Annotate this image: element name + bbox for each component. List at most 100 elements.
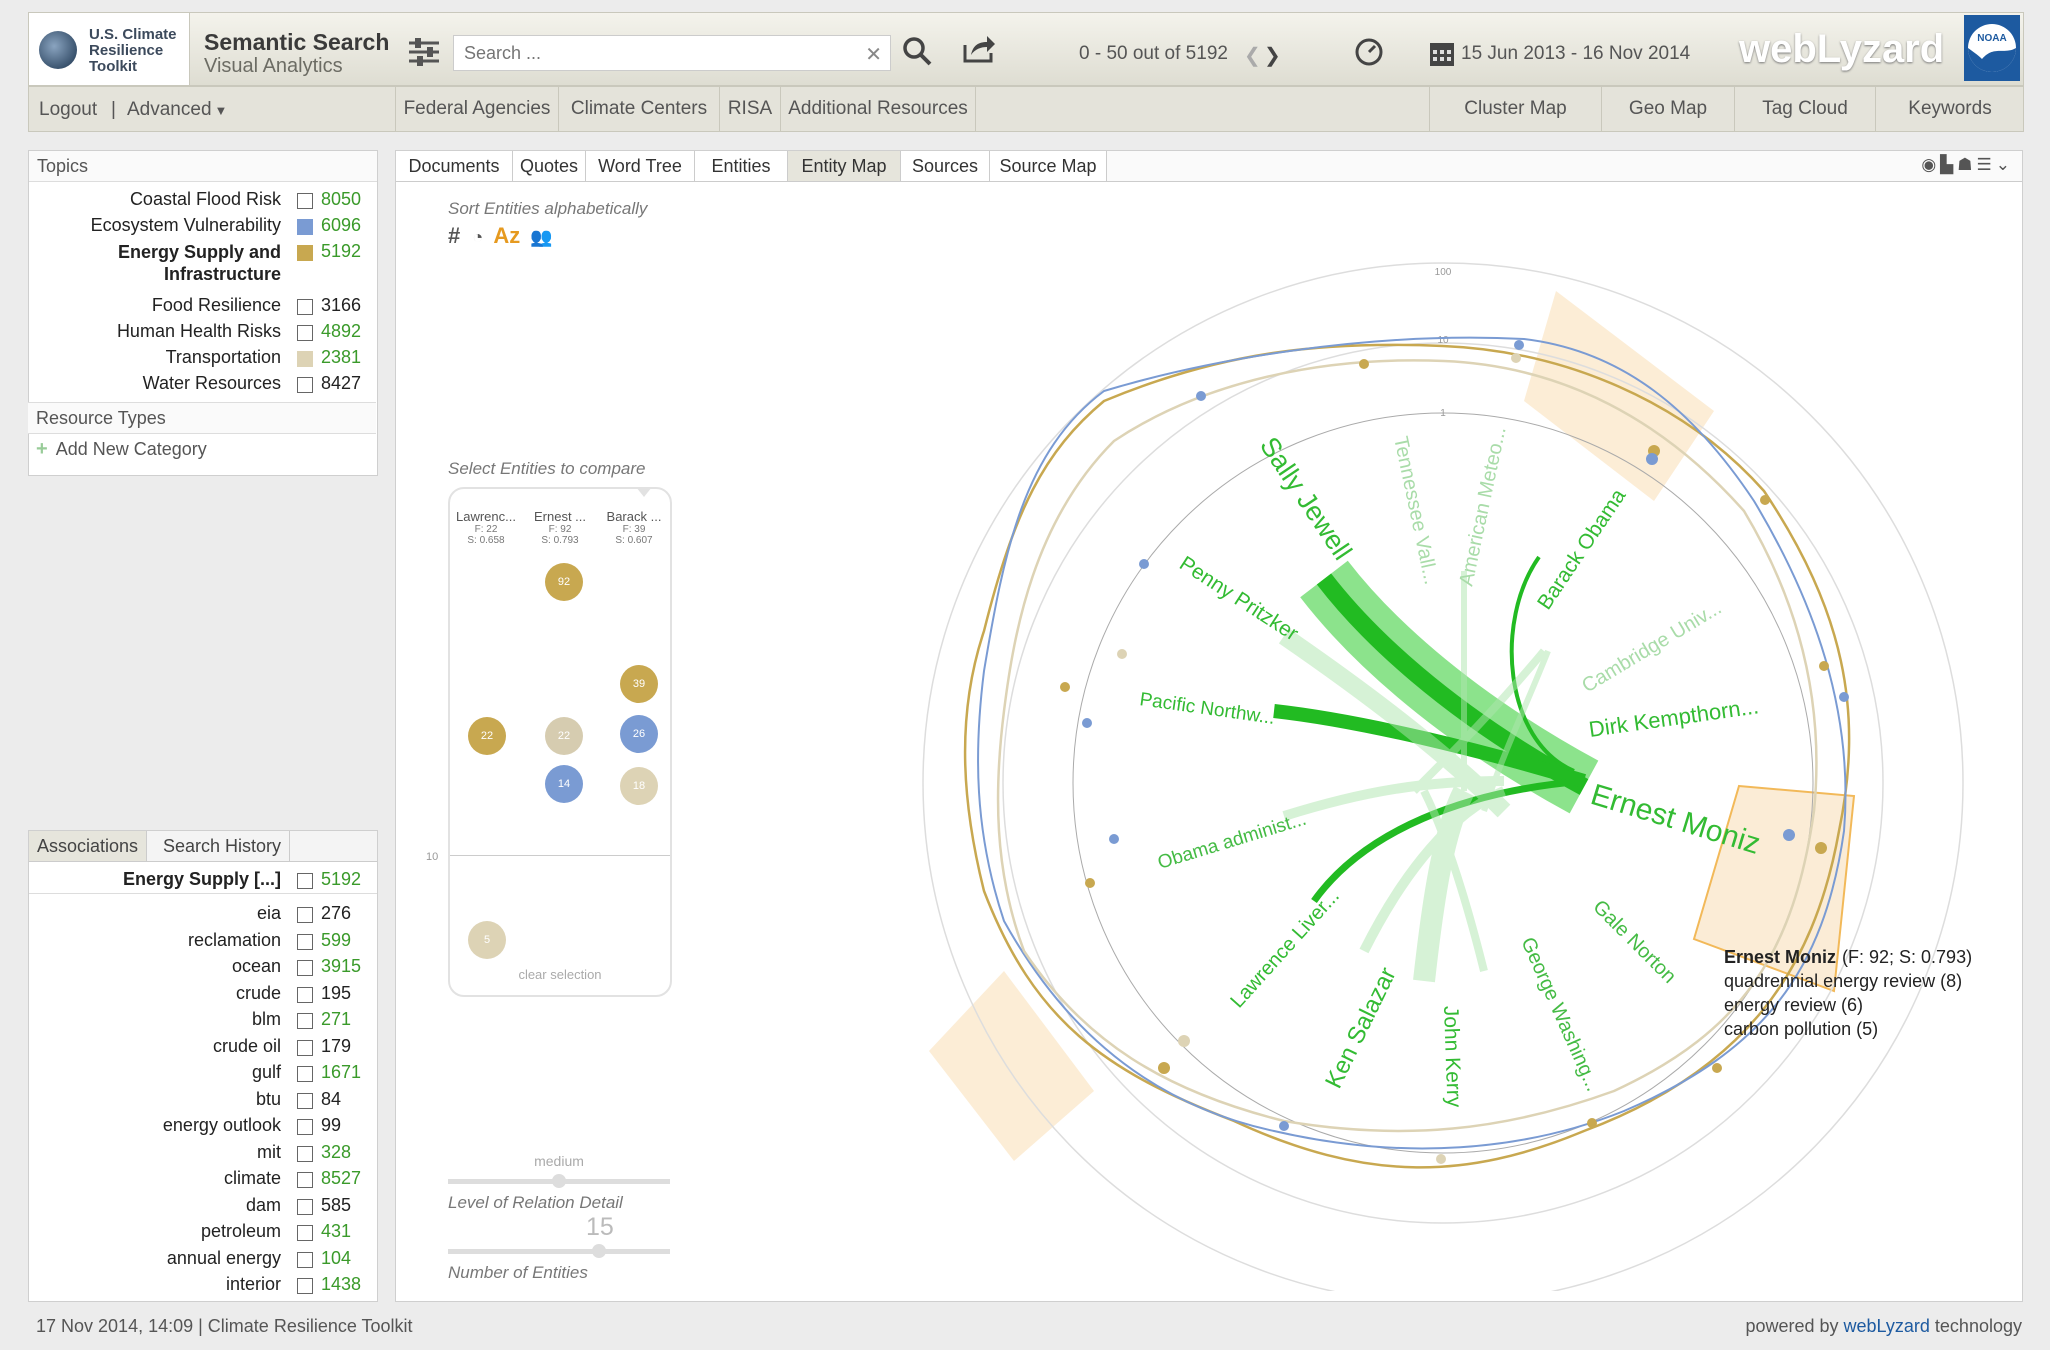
chevron-down-icon[interactable]: ⌄ [1996,155,2014,174]
powered-brand-link[interactable]: webLyzard [1844,1316,1930,1336]
association-checkbox[interactable] [297,1013,313,1029]
sort-frequency-icon[interactable]: # [448,223,460,248]
nav-geo-map[interactable]: Geo Map [1601,87,1734,131]
nav-risa[interactable]: RISA [719,87,780,131]
entity-label[interactable]: Obama administ... [1155,809,1309,874]
topic-checkbox[interactable] [297,377,313,393]
climate-toolkit-logo[interactable]: U.S. Climate Resilience Toolkit [29,13,190,85]
search-input[interactable] [462,42,856,65]
sort-alpha-icon[interactable]: Az [493,223,520,248]
list-view-icon[interactable]: ☰ [1977,155,1996,174]
entity-label[interactable]: Pacific Northw... [1138,689,1276,729]
nav-federal-agencies[interactable]: Federal Agencies [395,87,558,131]
entity-label[interactable]: Penny Pritzker [1175,552,1302,646]
search-box[interactable]: ✕ [453,35,891,71]
entity-label[interactable]: John Kerry [1439,1005,1466,1108]
association-checkbox[interactable] [297,1172,313,1188]
tab-quotes[interactable]: Quotes [513,151,586,181]
entity-count-slider[interactable] [448,1244,670,1258]
association-checkbox[interactable] [297,1225,313,1241]
association-checkbox[interactable] [297,986,313,1003]
slider-handle[interactable] [592,1244,606,1258]
association-checkbox[interactable] [297,1198,313,1215]
tab-sources[interactable]: Sources [901,151,990,181]
advanced-menu[interactable]: Advanced ▼ [127,99,227,121]
association-label: mit [257,1141,281,1162]
bubble-ernest-freq[interactable]: 92 [545,563,583,601]
entity-label[interactable]: Tennessee Vall... [1389,434,1442,586]
relation-detail-slider[interactable] [448,1174,670,1188]
tab-entities[interactable]: Entities [695,151,788,181]
slider-handle[interactable] [552,1174,566,1188]
entity-label[interactable]: George Washing... [1516,934,1604,1095]
share-icon[interactable] [961,33,997,65]
association-checkbox[interactable] [297,1092,313,1109]
resource-types-heading[interactable]: Resource Types [28,402,376,434]
nav-keywords[interactable]: Keywords [1875,87,2024,131]
entity-label[interactable]: American Meteo... [1455,425,1510,588]
bubble-lawrence-freq[interactable]: 22 [468,717,506,755]
tab-search-history[interactable]: Search History [155,831,291,861]
bubble-ernest-other[interactable]: 22 [545,717,583,755]
topic-checkbox[interactable] [297,325,313,341]
association-checkbox[interactable] [297,1251,313,1268]
calendar-icon[interactable] [1429,39,1455,67]
association-checkbox[interactable] [297,873,313,889]
bubble-barack-eco[interactable]: 26 [620,715,658,753]
association-checkbox[interactable] [297,1039,313,1056]
sort-people-icon[interactable]: 👥 [530,227,552,247]
entity-label[interactable]: Barack Obama [1533,485,1631,614]
topic-checkbox[interactable] [297,245,313,261]
relation-detail-label: Level of Relation Detail [448,1193,623,1212]
logout-link[interactable]: Logout [39,99,97,121]
entity-label[interactable]: Cambridge Univ... [1578,597,1725,698]
compare-column[interactable]: Barack ... F: 39 S: 0.607 [598,509,670,546]
clear-search-icon[interactable]: ✕ [865,42,882,67]
globe-view-icon[interactable]: ◉ [1921,155,1940,174]
entity-label[interactable]: Gale Norton [1588,896,1680,988]
topic-checkbox[interactable] [297,219,313,235]
association-checkbox[interactable] [297,1066,313,1082]
topic-checkbox[interactable] [297,193,313,209]
filter-sliders-icon[interactable] [407,37,441,67]
clear-selection-link[interactable]: clear selection [450,967,670,982]
next-page-icon[interactable]: ❯ [1264,43,1281,68]
nav-tag-cloud[interactable]: Tag Cloud [1734,87,1875,131]
tab-word-tree[interactable]: Word Tree [586,151,695,181]
person-view-icon[interactable]: ☗ [1957,155,1976,174]
topic-checkbox[interactable] [297,351,313,367]
bubble-barack-trans[interactable]: 18 [620,767,658,805]
tab-entity-map[interactable]: Entity Map [788,151,901,181]
association-checkbox[interactable] [297,1145,313,1162]
tab-source-map[interactable]: Source Map [990,151,1107,181]
previous-page-icon[interactable]: ❮ [1244,43,1261,68]
association-checkbox[interactable] [297,960,313,976]
search-icon[interactable] [901,35,933,67]
nav-additional-resources[interactable]: Additional Resources [780,87,976,131]
entity-label[interactable]: Sally Jewell [1254,432,1358,566]
entity-map[interactable]: 100 10 1 Tennessee Vall... American Mete… [804,191,2014,1291]
compare-box[interactable]: Lawrenc... F: 22 S: 0.658 Ernest ... F: 92 S… [448,487,672,997]
topic-checkbox[interactable] [297,299,313,315]
association-checkbox[interactable] [297,907,313,923]
clock-icon[interactable] [1354,37,1384,67]
tab-documents[interactable]: Documents [396,151,513,181]
compare-column[interactable]: Ernest ... F: 92 S: 0.793 [524,509,596,546]
sort-sentiment-icon[interactable]: ◔ [472,227,483,247]
association-checkbox[interactable] [297,1119,313,1135]
bubble-barack-freq[interactable]: 39 [620,665,658,703]
association-checkbox[interactable] [297,933,313,950]
tab-associations[interactable]: Associations [29,831,148,861]
nav-cluster-map[interactable]: Cluster Map [1429,87,1601,131]
entity-label[interactable]: Lawrence Liver... [1226,885,1344,1012]
compare-column[interactable]: Lawrenc... F: 22 S: 0.658 [450,509,522,546]
chart-view-icon[interactable]: ▙ [1940,155,1957,174]
add-category-button[interactable]: + Add New Category [36,438,207,461]
entity-label[interactable]: Dirk Kempthorn... [1587,693,1760,742]
association-checkbox[interactable] [297,1278,313,1294]
bubble-ernest-eco[interactable]: 14 [545,765,583,803]
bubble-lawrence-trans[interactable]: 5 [468,921,506,959]
entity-label[interactable]: Ken Salazar [1320,963,1402,1092]
date-range[interactable]: 15 Jun 2013 - 16 Nov 2014 [1461,43,1690,65]
nav-climate-centers[interactable]: Climate Centers [558,87,719,131]
